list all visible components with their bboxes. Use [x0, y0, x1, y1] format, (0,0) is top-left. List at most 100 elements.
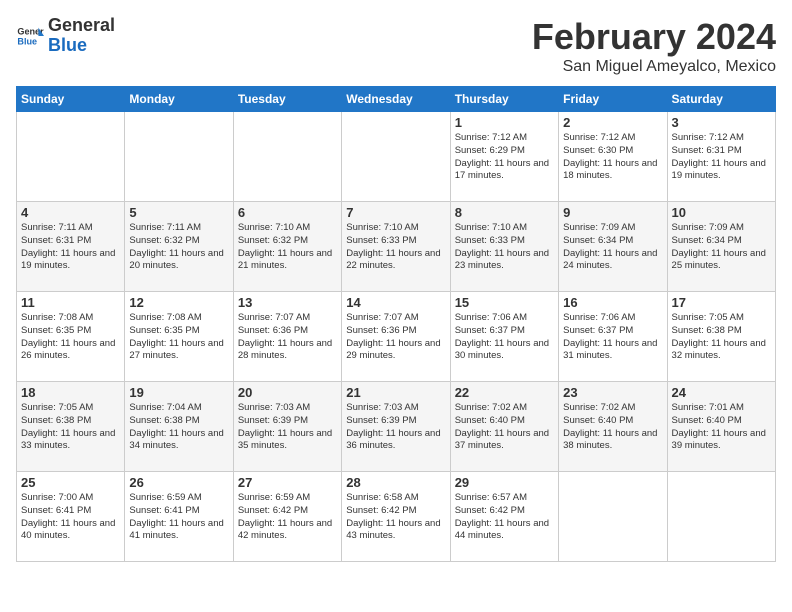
cell-info: Sunrise: 7:05 AM Sunset: 6:38 PM Dayligh…	[672, 312, 771, 363]
week-row-5: 25Sunrise: 7:00 AM Sunset: 6:41 PM Dayli…	[17, 472, 776, 562]
cell-info: Sunrise: 7:07 AM Sunset: 6:36 PM Dayligh…	[238, 312, 337, 363]
calendar-cell: 13Sunrise: 7:07 AM Sunset: 6:36 PM Dayli…	[233, 292, 341, 382]
day-number: 11	[21, 295, 120, 310]
cell-info: Sunrise: 7:08 AM Sunset: 6:35 PM Dayligh…	[129, 312, 228, 363]
calendar-cell: 9 Sunrise: 7:09 AM Sunset: 6:34 PM Daylig…	[559, 202, 667, 292]
day-header-sunday: Sunday	[17, 87, 125, 112]
day-number: 9	[563, 205, 662, 220]
svg-text:Blue: Blue	[17, 36, 37, 46]
cell-info: Sunrise: 7:09 AM Sunset: 6:34 PM Dayligh…	[672, 222, 771, 273]
cell-info: Sunrise: 7:12 AM Sunset: 6:30 PM Dayligh…	[563, 132, 662, 183]
calendar-cell: 3 Sunrise: 7:12 AM Sunset: 6:31 PM Daylig…	[667, 112, 775, 202]
cell-info: Sunrise: 7:07 AM Sunset: 6:36 PM Dayligh…	[346, 312, 445, 363]
day-number: 10	[672, 205, 771, 220]
calendar-cell: 17 Sunrise: 7:05 AM Sunset: 6:38 PM Dayli…	[667, 292, 775, 382]
day-number: 24	[672, 385, 771, 400]
calendar-cell	[342, 112, 450, 202]
day-header-saturday: Saturday	[667, 87, 775, 112]
calendar-cell: 10 Sunrise: 7:09 AM Sunset: 6:34 PM Dayli…	[667, 202, 775, 292]
cell-info: Sunrise: 7:08 AM Sunset: 6:35 PM Dayligh…	[21, 312, 120, 363]
cell-info: Sunrise: 7:11 AM Sunset: 6:32 PM Dayligh…	[129, 222, 228, 273]
day-number: 15	[455, 295, 554, 310]
cell-info: Sunrise: 6:59 AM Sunset: 6:41 PM Dayligh…	[129, 492, 228, 543]
day-number: 26	[129, 475, 228, 490]
days-header-row: SundayMondayTuesdayWednesdayThursdayFrid…	[17, 87, 776, 112]
week-row-1: 1Sunrise: 7:12 AM Sunset: 6:29 PM Daylig…	[17, 112, 776, 202]
week-row-4: 18 Sunrise: 7:05 AM Sunset: 6:38 PM Dayli…	[17, 382, 776, 472]
cell-info: Sunrise: 7:10 AM Sunset: 6:33 PM Dayligh…	[346, 222, 445, 273]
calendar-cell	[233, 112, 341, 202]
day-number: 16	[563, 295, 662, 310]
day-number: 22	[455, 385, 554, 400]
calendar-cell: 22 Sunrise: 7:02 AM Sunset: 6:40 PM Dayli…	[450, 382, 558, 472]
calendar-cell: 1Sunrise: 7:12 AM Sunset: 6:29 PM Daylig…	[450, 112, 558, 202]
calendar-cell	[559, 472, 667, 562]
calendar-cell: 7Sunrise: 7:10 AM Sunset: 6:33 PM Daylig…	[342, 202, 450, 292]
calendar-cell: 11 Sunrise: 7:08 AM Sunset: 6:35 PM Dayli…	[17, 292, 125, 382]
cell-info: Sunrise: 7:12 AM Sunset: 6:31 PM Dayligh…	[672, 132, 771, 183]
day-number: 6	[238, 205, 337, 220]
day-header-wednesday: Wednesday	[342, 87, 450, 112]
day-number: 18	[21, 385, 120, 400]
cell-info: Sunrise: 7:10 AM Sunset: 6:32 PM Dayligh…	[238, 222, 337, 273]
cell-info: Sunrise: 7:02 AM Sunset: 6:40 PM Dayligh…	[563, 402, 662, 453]
calendar-cell: 5 Sunrise: 7:11 AM Sunset: 6:32 PM Daylig…	[125, 202, 233, 292]
calendar-cell: 8 Sunrise: 7:10 AM Sunset: 6:33 PM Daylig…	[450, 202, 558, 292]
calendar-cell: 23 Sunrise: 7:02 AM Sunset: 6:40 PM Dayli…	[559, 382, 667, 472]
week-row-2: 4Sunrise: 7:11 AM Sunset: 6:31 PM Daylig…	[17, 202, 776, 292]
cell-info: Sunrise: 7:01 AM Sunset: 6:40 PM Dayligh…	[672, 402, 771, 453]
day-number: 14	[346, 295, 445, 310]
cell-info: Sunrise: 6:59 AM Sunset: 6:42 PM Dayligh…	[238, 492, 337, 543]
day-number: 23	[563, 385, 662, 400]
calendar-cell: 16 Sunrise: 7:06 AM Sunset: 6:37 PM Dayli…	[559, 292, 667, 382]
cell-info: Sunrise: 7:05 AM Sunset: 6:38 PM Dayligh…	[21, 402, 120, 453]
calendar-cell: 14 Sunrise: 7:07 AM Sunset: 6:36 PM Dayli…	[342, 292, 450, 382]
cell-info: Sunrise: 7:03 AM Sunset: 6:39 PM Dayligh…	[346, 402, 445, 453]
calendar-cell: 29 Sunrise: 6:57 AM Sunset: 6:42 PM Dayli…	[450, 472, 558, 562]
calendar-cell: 26 Sunrise: 6:59 AM Sunset: 6:41 PM Dayli…	[125, 472, 233, 562]
day-number: 8	[455, 205, 554, 220]
cell-info: Sunrise: 7:04 AM Sunset: 6:38 PM Dayligh…	[129, 402, 228, 453]
day-number: 3	[672, 115, 771, 130]
cell-info: Sunrise: 7:09 AM Sunset: 6:34 PM Dayligh…	[563, 222, 662, 273]
cell-info: Sunrise: 6:58 AM Sunset: 6:42 PM Dayligh…	[346, 492, 445, 543]
cell-info: Sunrise: 7:06 AM Sunset: 6:37 PM Dayligh…	[563, 312, 662, 363]
logo-general-text: General	[48, 16, 115, 36]
day-number: 28	[346, 475, 445, 490]
day-number: 27	[238, 475, 337, 490]
calendar-table: SundayMondayTuesdayWednesdayThursdayFrid…	[16, 86, 776, 562]
calendar-cell: 28 Sunrise: 6:58 AM Sunset: 6:42 PM Dayli…	[342, 472, 450, 562]
calendar-cell	[667, 472, 775, 562]
day-number: 29	[455, 475, 554, 490]
calendar-cell: 18 Sunrise: 7:05 AM Sunset: 6:38 PM Dayli…	[17, 382, 125, 472]
month-title: February 2024	[532, 16, 776, 58]
calendar-cell: 12 Sunrise: 7:08 AM Sunset: 6:35 PM Dayli…	[125, 292, 233, 382]
calendar-cell: 24 Sunrise: 7:01 AM Sunset: 6:40 PM Dayli…	[667, 382, 775, 472]
day-header-tuesday: Tuesday	[233, 87, 341, 112]
header: General Blue General Blue February 2024 …	[16, 16, 776, 76]
day-number: 17	[672, 295, 771, 310]
calendar-cell: 15 Sunrise: 7:06 AM Sunset: 6:37 PM Dayli…	[450, 292, 558, 382]
cell-info: Sunrise: 7:02 AM Sunset: 6:40 PM Dayligh…	[455, 402, 554, 453]
calendar-cell: 6 Sunrise: 7:10 AM Sunset: 6:32 PM Daylig…	[233, 202, 341, 292]
logo-icon: General Blue	[16, 22, 44, 50]
day-number: 2	[563, 115, 662, 130]
day-number: 12	[129, 295, 228, 310]
cell-info: Sunrise: 7:10 AM Sunset: 6:33 PM Dayligh…	[455, 222, 554, 273]
logo-blue-text: Blue	[48, 36, 115, 56]
calendar-cell	[17, 112, 125, 202]
day-number: 21	[346, 385, 445, 400]
calendar-cell: 21 Sunrise: 7:03 AM Sunset: 6:39 PM Dayli…	[342, 382, 450, 472]
day-number: 4	[21, 205, 120, 220]
week-row-3: 11 Sunrise: 7:08 AM Sunset: 6:35 PM Dayli…	[17, 292, 776, 382]
calendar-cell: 2 Sunrise: 7:12 AM Sunset: 6:30 PM Daylig…	[559, 112, 667, 202]
cell-info: Sunrise: 6:57 AM Sunset: 6:42 PM Dayligh…	[455, 492, 554, 543]
day-number: 1	[455, 115, 554, 130]
cell-info: Sunrise: 7:06 AM Sunset: 6:37 PM Dayligh…	[455, 312, 554, 363]
calendar-cell	[125, 112, 233, 202]
day-number: 5	[129, 205, 228, 220]
logo: General Blue General Blue	[16, 16, 115, 56]
calendar-cell: 25Sunrise: 7:00 AM Sunset: 6:41 PM Dayli…	[17, 472, 125, 562]
day-number: 25	[21, 475, 120, 490]
calendar-cell: 20Sunrise: 7:03 AM Sunset: 6:39 PM Dayli…	[233, 382, 341, 472]
